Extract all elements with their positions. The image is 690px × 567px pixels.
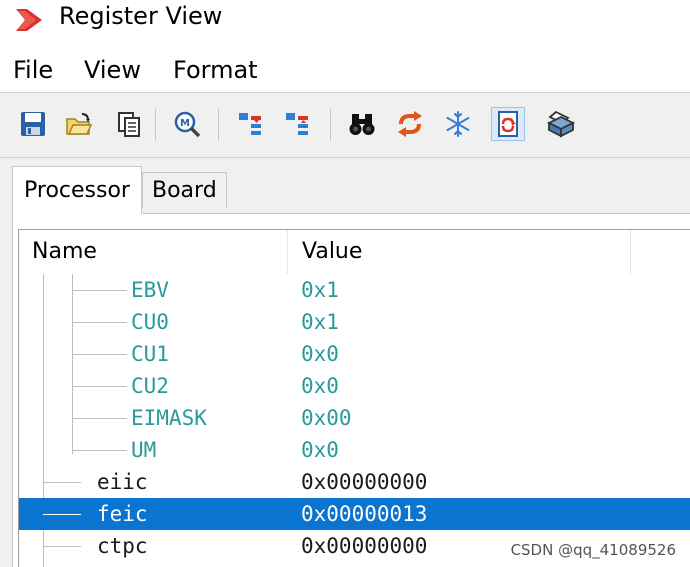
toolbar-separator [155,109,156,141]
refresh-button[interactable] [395,109,425,139]
refresh-arrows-icon [398,111,422,137]
register-name: ctpc [97,534,148,558]
tab-processor[interactable]: Processor [12,166,142,214]
binoculars-icon [349,114,375,135]
expand-registers-icon [239,113,261,135]
register-name: CU0 [131,310,169,334]
column-header-name[interactable]: Name [19,230,288,274]
register-value: 0x0 [301,342,339,366]
register-name: CU2 [131,374,169,398]
toolbar-separator [330,109,331,141]
register-value: 0x1 [301,310,339,334]
menu-file[interactable]: File [13,55,53,85]
title-bar: Register View [0,0,690,40]
save-icon [21,112,45,136]
memory-search-icon: M [174,111,201,138]
auto-refresh-button[interactable] [491,107,525,141]
table-row-selected[interactable]: feic 0x00000013 [19,498,690,530]
table-row[interactable]: eiic 0x00000000 [19,466,690,498]
register-value: 0x0 [301,374,339,398]
tree-line [72,354,127,355]
tree-line [72,418,127,419]
find-button[interactable] [347,109,377,139]
table-row[interactable]: CU2 0x0 [19,370,690,402]
register-value: 0x0 [301,438,339,462]
column-header-value[interactable]: Value [288,230,631,274]
table-row[interactable]: EIMASK 0x00 [19,402,690,434]
menu-format[interactable]: Format [173,55,258,85]
tree-line [43,482,81,483]
watermark: CSDN @qq_41089526 [510,541,676,559]
collapse-registers-button[interactable] [283,109,313,139]
toolbar: M [0,92,690,158]
column-header-empty [631,230,690,274]
print-icon [547,110,575,138]
tree-line [43,514,81,515]
freeze-button[interactable] [443,109,473,139]
save-button[interactable] [18,109,48,139]
register-name: EIMASK [131,406,207,430]
table-row[interactable]: EBV 0x1 [19,274,690,306]
register-name: eiic [97,470,148,494]
table-row[interactable]: CU1 0x0 [19,338,690,370]
tree-line [72,450,127,451]
copy-button[interactable] [114,109,144,139]
menu-bar: File View Format [0,52,690,88]
print-button[interactable] [546,109,576,139]
register-value: 0x00000013 [301,502,428,526]
open-button[interactable] [64,109,94,139]
svg-text:M: M [180,118,190,129]
toolbar-separator [218,109,219,141]
auto-refresh-icon [498,111,518,137]
collapse-registers-icon [286,113,308,135]
app-logo-icon [16,9,42,31]
copy-icon [118,112,140,137]
tree-line [72,290,127,291]
register-name: CU1 [131,342,169,366]
tree-line [72,322,127,323]
expand-registers-button[interactable] [236,109,266,139]
memory-search-button[interactable]: M [172,109,202,139]
tree-line [72,386,127,387]
table-row[interactable]: UM 0x0 [19,434,690,466]
tree-line [43,546,81,547]
register-tree-grid[interactable]: Name Value EBV 0x1 CU0 0x1 CU1 0x0 CU2 0… [18,229,690,567]
tab-board[interactable]: Board [142,172,227,208]
register-name: UM [131,438,157,462]
register-value: 0x00 [301,406,352,430]
register-value: 0x00000000 [301,470,428,494]
menu-view[interactable]: View [84,55,141,85]
freeze-snowflake-icon [446,111,470,137]
register-name: EBV [131,278,169,302]
register-value: 0x00000000 [301,534,428,558]
table-row[interactable]: CU0 0x1 [19,306,690,338]
window-title: Register View [59,2,223,30]
register-value: 0x1 [301,278,339,302]
register-name: feic [97,502,148,526]
open-folder-icon [66,113,93,135]
